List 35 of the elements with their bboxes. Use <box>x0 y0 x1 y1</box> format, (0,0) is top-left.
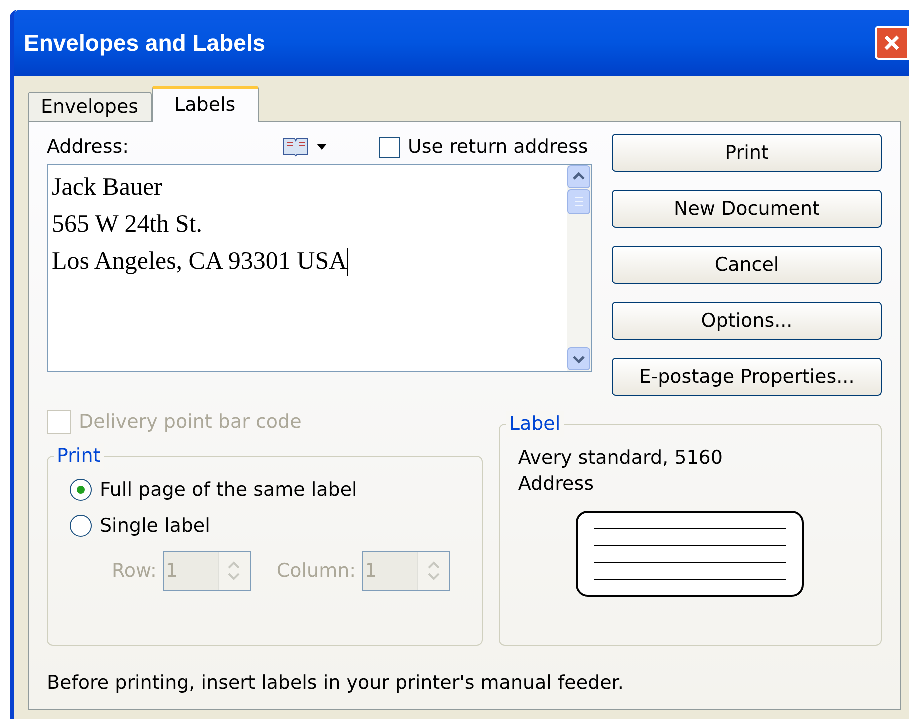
checkbox-label: Use return address <box>408 134 588 160</box>
close-button[interactable] <box>875 26 909 60</box>
tab[interactable]: Labels <box>152 86 259 122</box>
radio-button[interactable] <box>70 479 92 501</box>
scroll-up-icon[interactable] <box>567 165 591 189</box>
address-label: Address: <box>47 134 130 160</box>
spinner-label: Row: <box>112 558 157 584</box>
window-title: Envelopes and Labels <box>24 28 266 58</box>
scroll-down-icon[interactable] <box>567 347 591 371</box>
text-cursor <box>347 248 348 276</box>
checkbox-label: Delivery point bar code <box>79 410 302 435</box>
label-info: Avery standard, 5160 <box>518 446 724 471</box>
footer-note: Before printing, insert labels in your printer's manual feeder. <box>47 671 625 696</box>
dialog-button[interactable]: Print <box>612 134 882 172</box>
dialog-button[interactable]: Options... <box>612 302 882 340</box>
label-info: Address <box>518 472 596 497</box>
address-line: 565 W 24th St. <box>52 210 202 240</box>
spinner-label: Column: <box>276 558 356 584</box>
number-field: 1 <box>362 551 450 591</box>
tab[interactable]: Envelopes <box>28 92 152 122</box>
radio-button[interactable] <box>70 515 92 537</box>
radio-label: Single label <box>100 514 210 539</box>
address-line: Jack Bauer <box>52 173 162 203</box>
dialog-button[interactable]: Cancel <box>612 246 882 284</box>
dialog-button[interactable]: E-postage Properties... <box>612 358 882 396</box>
radio-label: Full page of the same label <box>100 478 358 503</box>
number-field: 1 <box>162 551 251 591</box>
dropdown-arrow-icon <box>317 144 327 150</box>
address-line: Los Angeles, CA 93301 USA <box>52 247 348 277</box>
dialog-button[interactable]: New Document <box>612 190 882 228</box>
close-icon <box>883 34 901 52</box>
scroll-thumb-icon[interactable] <box>567 189 591 215</box>
address-field[interactable]: Jack Bauer 565 W 24th St. Los Angeles, CA 93301 USA <box>47 164 592 372</box>
checkbox[interactable] <box>379 136 400 158</box>
book-icon <box>283 137 309 157</box>
